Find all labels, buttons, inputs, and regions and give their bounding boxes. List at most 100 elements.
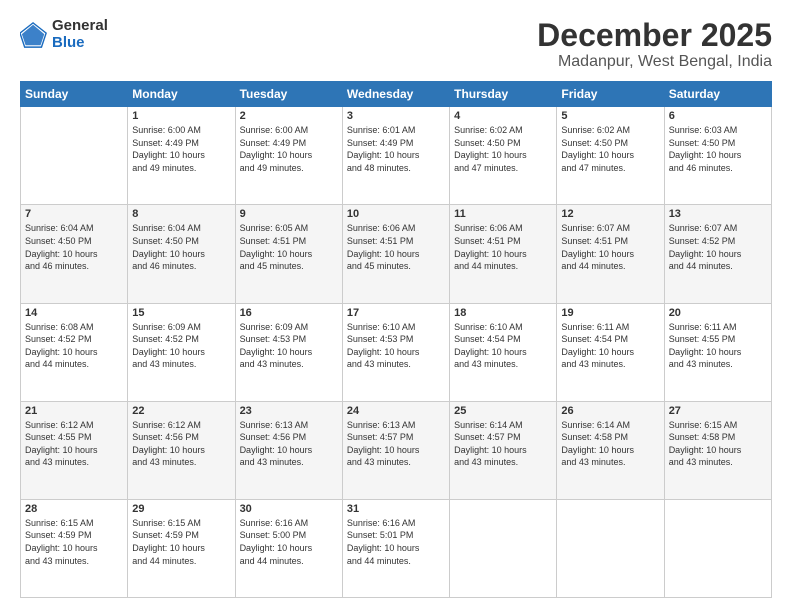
day-number: 18 (454, 307, 552, 319)
day-number: 31 (347, 503, 445, 515)
day-number: 9 (240, 208, 338, 220)
calendar-cell: 19 Sunrise: 6:11 AM Sunset: 4:54 PM Dayli… (557, 303, 664, 401)
day-info: Sunrise: 6:13 AM Sunset: 4:56 PM Dayligh… (240, 419, 338, 469)
calendar-cell: 17 Sunrise: 6:10 AM Sunset: 4:53 PM Dayli… (342, 303, 449, 401)
logo-blue-text: Blue (52, 35, 108, 52)
day-info: Sunrise: 6:04 AM Sunset: 4:50 PM Dayligh… (132, 222, 230, 272)
day-info: Sunrise: 6:16 AM Sunset: 5:00 PM Dayligh… (240, 517, 338, 567)
day-number: 7 (25, 208, 123, 220)
col-friday: Friday (557, 82, 664, 107)
day-info: Sunrise: 6:14 AM Sunset: 4:58 PM Dayligh… (561, 419, 659, 469)
calendar-cell: 11Sunrise: 6:06 AM Sunset: 4:51 PM Dayli… (450, 205, 557, 303)
calendar-cell: 25 Sunrise: 6:14 AM Sunset: 4:57 PM Dayli… (450, 401, 557, 499)
day-number: 13 (669, 208, 767, 220)
calendar-cell: 15 Sunrise: 6:09 AM Sunset: 4:52 PM Dayli… (128, 303, 235, 401)
calendar-week-3: 14 Sunrise: 6:08 AM Sunset: 4:52 PM Dayli… (21, 303, 772, 401)
day-info: Sunrise: 6:00 AM Sunset: 4:49 PM Dayligh… (132, 124, 230, 174)
col-wednesday: Wednesday (342, 82, 449, 107)
day-number: 21 (25, 405, 123, 417)
day-info: Sunrise: 6:05 AM Sunset: 4:51 PM Dayligh… (240, 222, 338, 272)
day-number: 30 (240, 503, 338, 515)
day-info: Sunrise: 6:12 AM Sunset: 4:56 PM Dayligh… (132, 419, 230, 469)
calendar-cell (21, 107, 128, 205)
day-number: 22 (132, 405, 230, 417)
day-info: Sunrise: 6:06 AM Sunset: 4:51 PM Dayligh… (454, 222, 552, 272)
day-info: Sunrise: 6:13 AM Sunset: 4:57 PM Dayligh… (347, 419, 445, 469)
day-info: Sunrise: 6:15 AM Sunset: 4:59 PM Dayligh… (132, 517, 230, 567)
calendar-cell: 20Sunrise: 6:11 AM Sunset: 4:55 PM Dayli… (664, 303, 771, 401)
day-number: 12 (561, 208, 659, 220)
day-info: Sunrise: 6:07 AM Sunset: 4:51 PM Dayligh… (561, 222, 659, 272)
day-info: Sunrise: 6:03 AM Sunset: 4:50 PM Dayligh… (669, 124, 767, 174)
calendar-cell: 8 Sunrise: 6:04 AM Sunset: 4:50 PM Daylig… (128, 205, 235, 303)
col-saturday: Saturday (664, 82, 771, 107)
page: General Blue December 2025 Madanpur, Wes… (0, 0, 792, 612)
calendar-cell: 31 Sunrise: 6:16 AM Sunset: 5:01 PM Dayli… (342, 499, 449, 597)
calendar-cell: 2Sunrise: 6:00 AM Sunset: 4:49 PM Daylig… (235, 107, 342, 205)
calendar-cell: 24 Sunrise: 6:13 AM Sunset: 4:57 PM Dayli… (342, 401, 449, 499)
day-info: Sunrise: 6:11 AM Sunset: 4:54 PM Dayligh… (561, 321, 659, 371)
col-tuesday: Tuesday (235, 82, 342, 107)
day-info: Sunrise: 6:08 AM Sunset: 4:52 PM Dayligh… (25, 321, 123, 371)
calendar-cell: 10 Sunrise: 6:06 AM Sunset: 4:51 PM Dayli… (342, 205, 449, 303)
day-number: 16 (240, 307, 338, 319)
day-info: Sunrise: 6:10 AM Sunset: 4:53 PM Dayligh… (347, 321, 445, 371)
calendar-cell: 26 Sunrise: 6:14 AM Sunset: 4:58 PM Dayli… (557, 401, 664, 499)
title-block: December 2025 Madanpur, West Bengal, Ind… (537, 18, 772, 71)
calendar-cell: 23Sunrise: 6:13 AM Sunset: 4:56 PM Dayli… (235, 401, 342, 499)
day-info: Sunrise: 6:14 AM Sunset: 4:57 PM Dayligh… (454, 419, 552, 469)
day-info: Sunrise: 6:12 AM Sunset: 4:55 PM Dayligh… (25, 419, 123, 469)
day-info: Sunrise: 6:15 AM Sunset: 4:58 PM Dayligh… (669, 419, 767, 469)
day-info: Sunrise: 6:02 AM Sunset: 4:50 PM Dayligh… (454, 124, 552, 174)
calendar-cell (664, 499, 771, 597)
calendar-cell (450, 499, 557, 597)
calendar-cell: 3 Sunrise: 6:01 AM Sunset: 4:49 PM Daylig… (342, 107, 449, 205)
calendar-table: Sunday Monday Tuesday Wednesday Thursday… (20, 81, 772, 598)
logo-icon (20, 21, 48, 49)
col-sunday: Sunday (21, 82, 128, 107)
calendar-cell: 6 Sunrise: 6:03 AM Sunset: 4:50 PM Daylig… (664, 107, 771, 205)
calendar-cell: 9 Sunrise: 6:05 AM Sunset: 4:51 PM Daylig… (235, 205, 342, 303)
day-number: 1 (132, 110, 230, 122)
day-number: 17 (347, 307, 445, 319)
day-number: 28 (25, 503, 123, 515)
main-title: December 2025 (537, 18, 772, 53)
day-number: 6 (669, 110, 767, 122)
day-number: 26 (561, 405, 659, 417)
day-number: 25 (454, 405, 552, 417)
day-info: Sunrise: 6:06 AM Sunset: 4:51 PM Dayligh… (347, 222, 445, 272)
col-thursday: Thursday (450, 82, 557, 107)
calendar-cell: 29 Sunrise: 6:15 AM Sunset: 4:59 PM Dayli… (128, 499, 235, 597)
calendar-week-1: 1 Sunrise: 6:00 AM Sunset: 4:49 PM Daylig… (21, 107, 772, 205)
day-info: Sunrise: 6:11 AM Sunset: 4:55 PM Dayligh… (669, 321, 767, 371)
day-number: 3 (347, 110, 445, 122)
day-info: Sunrise: 6:09 AM Sunset: 4:52 PM Dayligh… (132, 321, 230, 371)
day-info: Sunrise: 6:01 AM Sunset: 4:49 PM Dayligh… (347, 124, 445, 174)
calendar-week-5: 28 Sunrise: 6:15 AM Sunset: 4:59 PM Dayli… (21, 499, 772, 597)
calendar-cell: 28 Sunrise: 6:15 AM Sunset: 4:59 PM Dayli… (21, 499, 128, 597)
calendar-cell: 22 Sunrise: 6:12 AM Sunset: 4:56 PM Dayli… (128, 401, 235, 499)
day-number: 14 (25, 307, 123, 319)
day-number: 19 (561, 307, 659, 319)
calendar-header-row: Sunday Monday Tuesday Wednesday Thursday… (21, 82, 772, 107)
day-number: 2 (240, 110, 338, 122)
day-number: 29 (132, 503, 230, 515)
calendar-cell: 14 Sunrise: 6:08 AM Sunset: 4:52 PM Dayli… (21, 303, 128, 401)
day-number: 10 (347, 208, 445, 220)
day-number: 5 (561, 110, 659, 122)
day-number: 8 (132, 208, 230, 220)
calendar-week-4: 21 Sunrise: 6:12 AM Sunset: 4:55 PM Dayli… (21, 401, 772, 499)
calendar-cell: 21 Sunrise: 6:12 AM Sunset: 4:55 PM Dayli… (21, 401, 128, 499)
header: General Blue December 2025 Madanpur, Wes… (20, 18, 772, 71)
calendar-week-2: 7 Sunrise: 6:04 AM Sunset: 4:50 PM Daylig… (21, 205, 772, 303)
col-monday: Monday (128, 82, 235, 107)
day-number: 15 (132, 307, 230, 319)
day-info: Sunrise: 6:15 AM Sunset: 4:59 PM Dayligh… (25, 517, 123, 567)
calendar-cell: 12 Sunrise: 6:07 AM Sunset: 4:51 PM Dayli… (557, 205, 664, 303)
calendar-cell: 13Sunrise: 6:07 AM Sunset: 4:52 PM Dayli… (664, 205, 771, 303)
day-number: 24 (347, 405, 445, 417)
calendar-cell: 30 Sunrise: 6:16 AM Sunset: 5:00 PM Dayli… (235, 499, 342, 597)
day-info: Sunrise: 6:16 AM Sunset: 5:01 PM Dayligh… (347, 517, 445, 567)
calendar-cell: 5Sunrise: 6:02 AM Sunset: 4:50 PM Daylig… (557, 107, 664, 205)
calendar-cell: 18Sunrise: 6:10 AM Sunset: 4:54 PM Dayli… (450, 303, 557, 401)
